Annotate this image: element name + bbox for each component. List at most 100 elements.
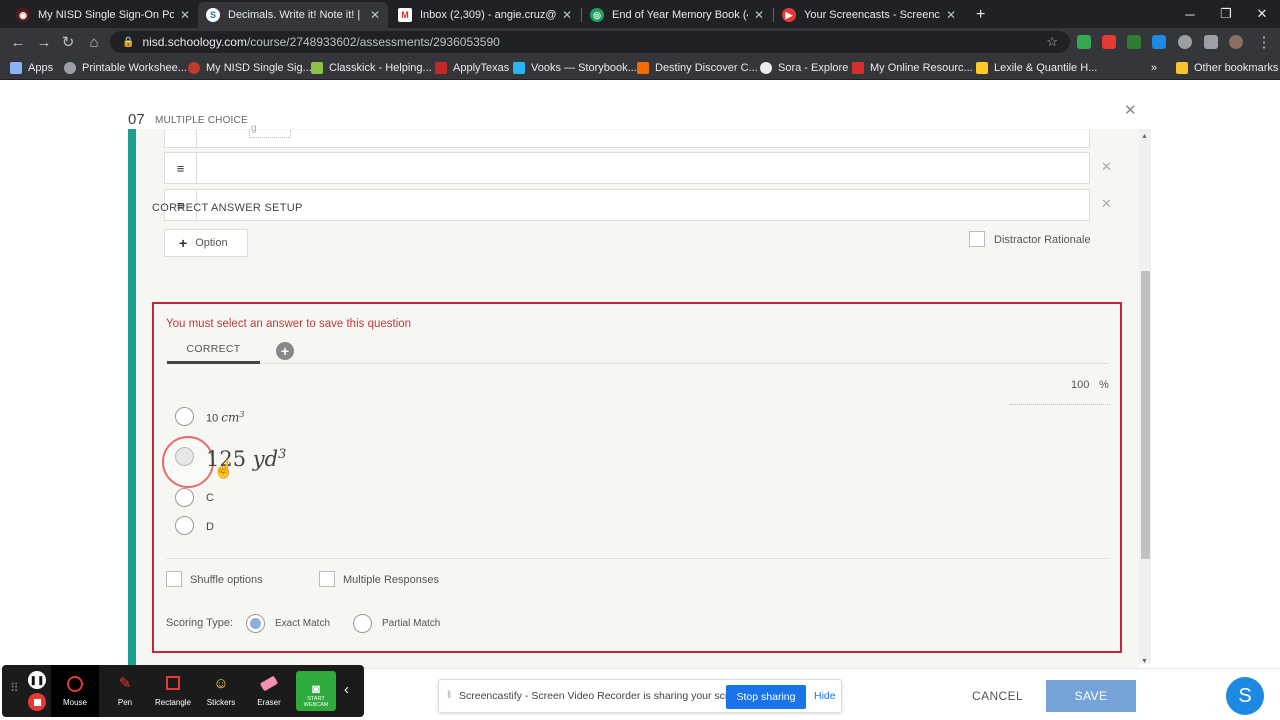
tool-label: Stickers [206, 698, 236, 707]
answer-b-unit: yd [252, 447, 279, 471]
tab-correct[interactable]: CORRECT [167, 343, 260, 355]
url-domain: nisd.schoology.com [142, 35, 247, 49]
answer-radio-d[interactable] [175, 516, 194, 535]
add-alternate-answer-icon[interactable]: + [276, 342, 294, 360]
vooks-icon [513, 62, 525, 74]
start-webcam-button[interactable]: ◙ START WEBCAM [296, 671, 336, 711]
remove-option-icon[interactable]: ✕ [1101, 159, 1112, 175]
bookmark-item[interactable]: ApplyTexas [435, 60, 509, 76]
close-tab-icon[interactable]: ✕ [754, 8, 764, 22]
drag-grip-icon[interactable]: ⠿ [10, 681, 19, 695]
bookmark-item[interactable]: My Online Resourc... [852, 60, 973, 76]
other-bookmarks[interactable]: Other bookmarks [1176, 60, 1278, 76]
restore-icon[interactable]: ❐ [1208, 0, 1244, 28]
bookmark-item[interactable]: Printable Workshee... [64, 60, 187, 76]
tab-schoology[interactable]: S Decimals. Write it! Note it! | Scho ✕ [198, 2, 388, 28]
scroll-down-icon[interactable]: ▼ [1141, 658, 1148, 665]
forward-icon[interactable]: → [34, 32, 54, 52]
answer-d-label: D [206, 521, 214, 533]
tab-title: Inbox (2,309) - angie.cruz@nisd. [420, 9, 556, 21]
tab-nisd-portal[interactable]: ◉ My NISD Single Sign-On Portal ✕ [8, 2, 198, 28]
scroll-up-icon[interactable]: ▲ [1141, 133, 1148, 140]
correct-answer-setup-box [152, 302, 1122, 653]
extension-icon[interactable] [1152, 35, 1166, 49]
exact-match-radio[interactable] [246, 614, 265, 633]
tool-pen[interactable]: ✎ Pen [101, 665, 149, 717]
close-tab-icon[interactable]: ✕ [180, 8, 190, 22]
new-tab-button[interactable]: + [968, 2, 994, 28]
bookmark-label: Apps [28, 62, 54, 74]
drag-handle-icon[interactable]: ≡ [165, 153, 197, 183]
back-icon[interactable]: ← [8, 32, 28, 52]
tool-stickers[interactable]: ☺ Stickers [197, 665, 245, 717]
bookmark-item[interactable]: Classkick - Helping... [311, 60, 432, 76]
bookmark-item[interactable]: Lexile & Quantile H... [976, 60, 1097, 76]
bookmark-apps[interactable]: Apps [10, 60, 53, 76]
sora-icon [760, 62, 772, 74]
partial-match-label: Partial Match [382, 618, 441, 629]
scrollbar-thumb[interactable] [1141, 271, 1150, 559]
bookmark-label: Destiny Discover C... [655, 62, 758, 74]
save-button[interactable]: SAVE [1046, 680, 1136, 712]
pause-icon[interactable]: ❚❚ [28, 671, 46, 689]
cancel-button[interactable]: CANCEL [972, 689, 1023, 703]
bookmark-item[interactable]: Sora - Explore [760, 60, 848, 76]
schoology-help-avatar[interactable]: S [1226, 677, 1264, 715]
tool-label: Pen [117, 698, 133, 707]
tab-title: End of Year Memory Book (4th G [612, 9, 748, 21]
home-icon[interactable]: ⌂ [84, 32, 104, 52]
window-close-icon[interactable]: ✕ [1244, 0, 1280, 28]
profile-avatar[interactable] [1229, 35, 1243, 49]
bookmark-star-icon[interactable]: ☆ [1046, 34, 1058, 50]
remove-option-icon[interactable]: ✕ [1101, 196, 1112, 212]
bookmark-item[interactable]: My NISD Single Sig... [188, 60, 312, 76]
hide-notification-link[interactable]: Hide [814, 690, 836, 702]
bookmark-item[interactable]: Vooks — Storybook... [513, 60, 637, 76]
option-row[interactable]: ≡ [164, 189, 1090, 221]
tool-eraser[interactable]: Eraser [245, 665, 293, 717]
tool-rectangle[interactable]: Rectangle [149, 665, 197, 717]
answer-radio-c[interactable] [175, 488, 194, 507]
shuffle-options-checkbox[interactable] [166, 571, 182, 587]
multiple-responses-checkbox[interactable] [319, 571, 335, 587]
tab-title: Your Screencasts - Screencastify [804, 9, 940, 21]
tab-memory-book[interactable]: ◎ End of Year Memory Book (4th G ✕ [582, 2, 772, 28]
puzzle-icon[interactable] [1178, 35, 1192, 49]
close-tab-icon[interactable]: ✕ [562, 8, 572, 22]
bookmarks-overflow[interactable]: » [1151, 60, 1157, 76]
distractor-rationale-label: Distractor Rationale [994, 234, 1091, 246]
collapse-toolbar-icon[interactable]: ‹ [344, 681, 349, 698]
extension-icon[interactable] [1077, 35, 1091, 49]
answer-c-label: C [206, 492, 214, 504]
minimize-icon[interactable]: ─ [1172, 0, 1208, 28]
stop-sharing-button[interactable]: Stop sharing [726, 685, 806, 709]
answer-radio-a[interactable] [175, 407, 194, 426]
screencastify-extension-icon[interactable] [1102, 35, 1116, 49]
drag-handle-icon[interactable] [165, 130, 197, 147]
close-editor-icon[interactable]: ✕ [1124, 101, 1137, 119]
address-bar[interactable]: 🔒 nisd.schoology.com /course/2748933602/… [110, 31, 1070, 53]
close-tab-icon[interactable]: ✕ [370, 8, 380, 22]
partial-match-radio[interactable] [353, 614, 372, 633]
close-tab-icon[interactable]: ✕ [946, 8, 956, 22]
tab-screencastify[interactable]: ▶ Your Screencasts - Screencastify ✕ [774, 2, 964, 28]
option-row[interactable]: ≡ [164, 152, 1090, 184]
menu-kebab-icon[interactable]: ⋮ [1254, 32, 1274, 52]
answer-a-exponent: 3 [239, 410, 245, 419]
bookmark-item[interactable]: Destiny Discover C... [637, 60, 758, 76]
rectangle-icon [164, 674, 182, 692]
reload-icon[interactable]: ↻ [58, 32, 78, 52]
score-percent-value[interactable]: 100 [1071, 379, 1089, 391]
option-row-partial[interactable]: g [164, 123, 1090, 148]
drag-grip-icon[interactable]: ‖ [447, 690, 451, 701]
add-option-button[interactable]: + Option [164, 229, 248, 257]
schoology-icon: S [206, 8, 220, 22]
lexile-icon [976, 62, 988, 74]
extension-icon[interactable] [1127, 35, 1141, 49]
extension-icon[interactable] [1204, 35, 1218, 49]
distractor-rationale-checkbox[interactable] [969, 231, 985, 247]
stop-recording-icon[interactable] [28, 693, 46, 711]
tool-mouse[interactable]: Mouse [51, 665, 99, 717]
tab-gmail[interactable]: M Inbox (2,309) - angie.cruz@nisd. ✕ [390, 2, 580, 28]
memory-book-icon: ◎ [590, 8, 604, 22]
